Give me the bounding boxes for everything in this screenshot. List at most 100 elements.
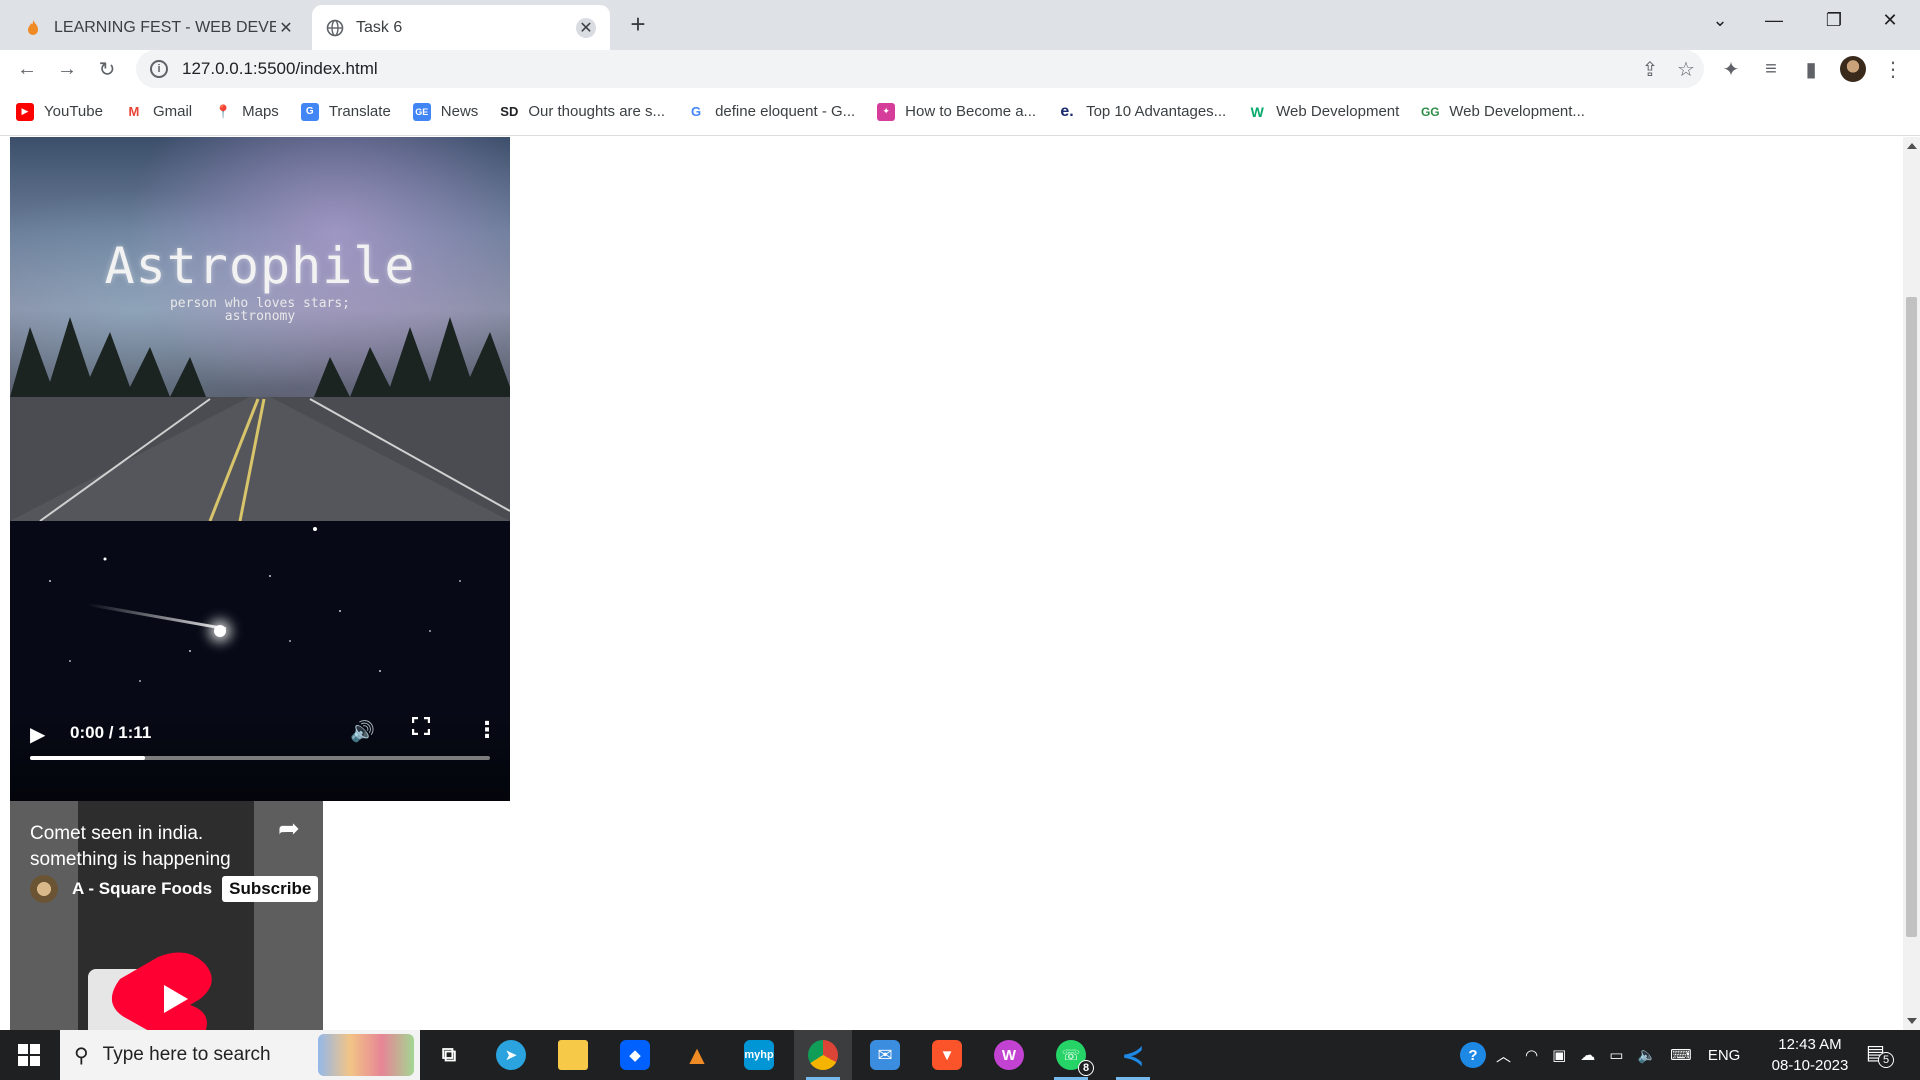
reading-list-icon[interactable]: ≡ xyxy=(1754,52,1788,86)
side-panel-icon[interactable]: ▮ xyxy=(1794,52,1828,86)
task-view-button[interactable]: ⧉ xyxy=(420,1030,478,1080)
dropbox-button[interactable]: ◆ xyxy=(606,1030,664,1080)
bookmark-translate[interactable]: G Translate xyxy=(300,102,391,121)
restore-button[interactable]: ❐ xyxy=(1804,0,1864,40)
maps-icon: 📍 xyxy=(215,103,232,119)
search-placeholder: Type here to search xyxy=(102,1044,271,1065)
scroll-thumb[interactable] xyxy=(1906,297,1917,937)
volume-icon[interactable]: 🔊 xyxy=(350,719,375,744)
astrophile-poster-image: Astrophile person who loves stars; astro… xyxy=(10,137,510,521)
system-tray: ? ︿ ◠ ▣ ☁ ▭ 🔈 ⌨ ENG xyxy=(1460,1030,1740,1080)
fullscreen-icon[interactable] xyxy=(411,716,432,737)
bookmark-label: Web Development... xyxy=(1449,103,1585,120)
channel-avatar[interactable] xyxy=(30,875,58,903)
bookmark-youtube[interactable]: ▶ YouTube xyxy=(16,102,103,121)
whatsapp-button[interactable]: ☏ 8 xyxy=(1042,1030,1100,1080)
scroll-up-icon[interactable] xyxy=(1907,143,1917,149)
file-explorer-button[interactable] xyxy=(544,1030,602,1080)
chrome-icon xyxy=(808,1040,838,1070)
bookmark-star-icon[interactable]: ☆ xyxy=(1668,51,1704,87)
brave-button[interactable]: ▼ xyxy=(918,1030,976,1080)
meet-now-icon[interactable]: ▣ xyxy=(1552,1046,1566,1064)
bookmark-maps[interactable]: 📍 Maps xyxy=(214,103,279,121)
scroll-down-icon[interactable] xyxy=(1907,1018,1917,1024)
language-indicator[interactable]: ENG xyxy=(1708,1047,1741,1064)
help-icon[interactable]: ? xyxy=(1460,1042,1486,1068)
bookmark-news[interactable]: GE News xyxy=(412,102,479,121)
play-icon[interactable]: ▶ xyxy=(30,722,45,747)
page-viewport: Astrophile person who loves stars; astro… xyxy=(0,137,1920,1030)
vlc-icon: ▲ xyxy=(684,1039,710,1070)
poster-subtitle: person who loves stars; astronomy xyxy=(10,297,510,323)
new-tab-button[interactable]: + xyxy=(622,8,654,40)
show-hidden-icons-chevron-icon[interactable]: ︿ xyxy=(1496,1045,1511,1066)
bookmark-label: Translate xyxy=(328,103,391,120)
site-info-icon[interactable]: i xyxy=(150,60,168,78)
windows-logo-icon xyxy=(18,1044,40,1066)
share-arrow-icon[interactable]: ➦ xyxy=(278,813,300,844)
bookmark-our-thoughts[interactable]: SD Our thoughts are s... xyxy=(500,103,665,121)
bookmark-label: Gmail xyxy=(152,103,193,120)
tab-task-6[interactable]: Task 6 ✕ xyxy=(312,5,610,50)
channel-name[interactable]: A - Square Foods xyxy=(72,879,212,899)
bookmark-top-10-advantages[interactable]: e. Top 10 Advantages... xyxy=(1058,103,1226,121)
keyboard-icon[interactable]: ⌨ xyxy=(1670,1046,1692,1064)
notification-center-button[interactable]: ▤ 5 xyxy=(1866,1040,1896,1070)
address-bar[interactable]: i 127.0.0.1:5500/index.html ⇪ ☆ xyxy=(136,50,1704,88)
chrome-button[interactable] xyxy=(794,1030,852,1080)
extensions-icon[interactable]: ✦ xyxy=(1714,52,1748,86)
bookmark-define-eloquent[interactable]: G define eloquent - G... xyxy=(687,103,855,121)
vlc-button[interactable]: ▲ xyxy=(668,1030,726,1080)
onedrive-cloud-icon[interactable]: ☁ xyxy=(1580,1046,1595,1064)
tab-title: Task 6 xyxy=(356,18,403,36)
wps-icon: W xyxy=(994,1040,1024,1070)
bookmark-web-development-2[interactable]: GG Web Development... xyxy=(1421,103,1585,121)
bookmarks-bar: ▶ YouTube M Gmail 📍 Maps G Translate GE … xyxy=(0,88,1920,136)
short-title-line: something is happening xyxy=(30,849,231,870)
video-progress-track[interactable] xyxy=(30,756,490,760)
browser-toolbar: ← → ↻ i 127.0.0.1:5500/index.html ⇪ ☆ ✦ … xyxy=(0,50,1920,88)
reload-button[interactable]: ↻ xyxy=(90,52,124,86)
taskbar-search[interactable]: ⚲ Type here to search xyxy=(60,1030,420,1080)
subscribe-button[interactable]: Subscribe xyxy=(222,876,319,902)
volume-icon[interactable]: 🔈 xyxy=(1637,1046,1656,1064)
bookmark-gmail[interactable]: M Gmail xyxy=(125,103,193,121)
poster-title: Astrophile xyxy=(104,237,416,295)
wps-button[interactable]: W xyxy=(980,1030,1038,1080)
profile-avatar[interactable] xyxy=(1840,56,1866,82)
tab-search-chevron-icon[interactable]: ⌄ xyxy=(1690,0,1750,40)
starfield xyxy=(49,527,461,682)
share-icon[interactable]: ⇪ xyxy=(1632,51,1668,87)
bookmark-web-development[interactable]: W Web Development xyxy=(1248,103,1400,121)
telegram-button[interactable]: ➤ xyxy=(482,1030,540,1080)
brave-icon: ▼ xyxy=(932,1040,962,1070)
vscode-button[interactable]: ≺ xyxy=(1104,1030,1162,1080)
close-window-button[interactable]: ✕ xyxy=(1860,0,1920,40)
video-time: 0:00 / 1:11 xyxy=(70,723,152,742)
page-scrollbar[interactable] xyxy=(1903,137,1920,1030)
file-explorer-icon xyxy=(558,1040,588,1070)
translate-icon: G xyxy=(300,102,319,121)
forward-button[interactable]: → xyxy=(50,52,84,86)
mail-button[interactable]: ✉ xyxy=(856,1030,914,1080)
youtube-short-embed[interactable]: Comet seen in india. something is happen… xyxy=(10,801,323,1030)
bookmark-label: define eloquent - G... xyxy=(715,103,856,120)
youtube-shorts-logo-icon[interactable] xyxy=(88,939,268,1030)
tab-learning-fest[interactable]: LEARNING FEST - WEB DEVELOP ✕ xyxy=(10,5,310,50)
minimize-button[interactable]: — xyxy=(1744,0,1804,40)
close-tab-icon[interactable]: ✕ xyxy=(576,17,596,38)
battery-icon[interactable]: ▭ xyxy=(1609,1046,1623,1064)
more-options-icon[interactable]: ⋮ xyxy=(476,717,498,743)
short-title-line: Comet seen in india. xyxy=(30,823,204,844)
start-button[interactable] xyxy=(0,1030,58,1080)
close-tab-icon[interactable]: ✕ xyxy=(276,18,296,38)
back-button[interactable]: ← xyxy=(10,52,44,86)
wifi-icon[interactable]: ◠ xyxy=(1525,1046,1538,1064)
myhp-button[interactable]: myhp xyxy=(730,1030,788,1080)
menu-icon[interactable]: ⋮ xyxy=(1876,52,1910,86)
bookmark-how-to-become[interactable]: ✦ How to Become a... xyxy=(877,102,1036,121)
channel-row: A - Square Foods Subscribe xyxy=(30,875,319,903)
taskbar-clock[interactable]: 12:43 AM 08-10-2023 xyxy=(1760,1034,1860,1076)
bookmark-label: News xyxy=(440,103,479,120)
comet-video-player[interactable]: ▶ 0:00 / 1:11 🔊 ⋮ xyxy=(10,521,510,801)
